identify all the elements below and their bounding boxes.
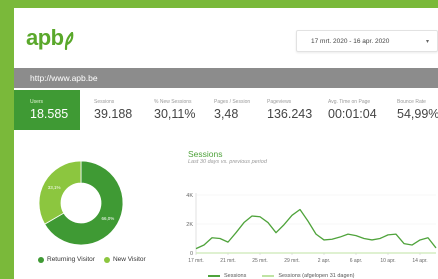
y-tick-label: 4K [186, 193, 193, 199]
legend-dot [38, 256, 44, 263]
x-tick-label: 14 apr. [412, 258, 427, 264]
x-tick-label: 21 mrt. [220, 258, 236, 264]
date-range-picker[interactable]: 17 mrt. 2020 - 16 apr. 2020 ▾ [296, 30, 438, 52]
metric-pages-per-session[interactable]: Pages / Session 3,48 [200, 90, 255, 130]
metric-new-sessions[interactable]: % New Sessions 30,11% [140, 90, 200, 130]
metric-value: 18.585 [30, 107, 69, 121]
metric-value: 39.188 [94, 107, 133, 121]
x-tick-label: 17 mrt. [188, 258, 204, 264]
pie-slice-label: 33,1% [48, 185, 61, 190]
metric-label: Pages / Session [214, 99, 251, 105]
metric-value: 30,11% [154, 107, 196, 121]
pie-svg: 66,0% 33,1% [38, 160, 124, 246]
x-tick-label: 10 apr. [380, 258, 395, 264]
x-tick-label: 29 mrt. [284, 258, 300, 264]
legend-line-swatch [262, 275, 275, 277]
site-url: http://www.apb.be [30, 73, 98, 83]
metric-label: % New Sessions [154, 99, 192, 105]
leaf-icon [64, 32, 73, 50]
legend-previous-period[interactable]: Sessions (afgelopen 31 dagen) [262, 273, 354, 279]
metric-label: Pageviews [267, 99, 292, 105]
legend-label: Sessions (afgelopen 31 dagen) [278, 273, 355, 279]
metric-bounce-rate[interactable]: Bounce Rate 54,99% [383, 90, 438, 130]
metric-label: Avg. Time on Page [328, 99, 371, 105]
metric-value: 136.243 [267, 107, 313, 121]
dashboard-frame: apb 17 mrt. 2020 - 16 apr. 2020 ▾ http:/… [14, 8, 438, 279]
metric-label: Bounce Rate [397, 99, 426, 105]
metric-sessions[interactable]: Sessions 39.188 [80, 90, 140, 130]
legend-sessions[interactable]: Sessions [208, 273, 246, 279]
sessions-title: Sessions [188, 149, 223, 159]
site-url-bar: http://www.apb.be [14, 68, 438, 88]
legend-dot [103, 256, 110, 263]
metric-value: 3,48 [214, 107, 239, 121]
date-range-text: 17 mrt. 2020 - 16 apr. 2020 [311, 38, 390, 45]
y-tick-label: 2K [186, 222, 193, 228]
metric-value: 54,99% [397, 107, 438, 121]
pie-legend: Returning Visitor New Visitor [38, 256, 146, 263]
pie-slice [38, 160, 82, 225]
metric-avg-time[interactable]: Avg. Time on Page 00:01:04 [315, 90, 383, 130]
legend-line-swatch [208, 275, 220, 277]
legend-label: New Visitor [112, 256, 146, 263]
x-tick-label: 6 apr. [350, 258, 363, 264]
pie-slice-label: 66,0% [101, 216, 114, 221]
sessions-line-chart: 0 2K 4K 17 mrt. 21 mrt. 25 mrt. 29 mrt. 2 apr. 6… [180, 183, 438, 276]
chevron-down-icon: ▾ [425, 39, 429, 45]
logo-text: apb [26, 25, 64, 50]
metric-label: Users [30, 99, 44, 105]
sessions-subtitle: Last 30 days vs. previous period [188, 159, 267, 165]
sessions-line [195, 208, 437, 250]
x-tick-label: 25 mrt. [252, 258, 268, 264]
header: apb 17 mrt. 2020 - 16 apr. 2020 ▾ [14, 8, 438, 66]
legend-label: Sessions [224, 273, 247, 279]
sessions-chart-legend: Sessions Sessions (afgelopen 31 dagen) [208, 273, 354, 279]
metric-label: Sessions [94, 99, 115, 105]
metric-value: 00:01:04 [328, 107, 377, 121]
metrics-row: Users 18.585 Sessions 39.188 % New Sessi… [14, 90, 438, 130]
legend-returning-visitor[interactable]: Returning Visitor [38, 256, 95, 263]
line-chart-svg: 0 2K 4K 17 mrt. 21 mrt. 25 mrt. 29 mrt. 2 apr. 6… [186, 193, 437, 264]
y-tick-label: 0 [190, 251, 193, 257]
metric-users[interactable]: Users 18.585 [14, 90, 80, 130]
legend-label: Returning Visitor [47, 256, 95, 263]
x-tick-label: 2 apr. [318, 258, 331, 264]
visitor-pie-chart: 66,0% 33,1% [36, 158, 126, 253]
logo: apb [26, 26, 74, 50]
legend-new-visitor[interactable]: New Visitor [103, 256, 146, 263]
metric-pageviews[interactable]: Pageviews 136.243 [255, 90, 315, 130]
